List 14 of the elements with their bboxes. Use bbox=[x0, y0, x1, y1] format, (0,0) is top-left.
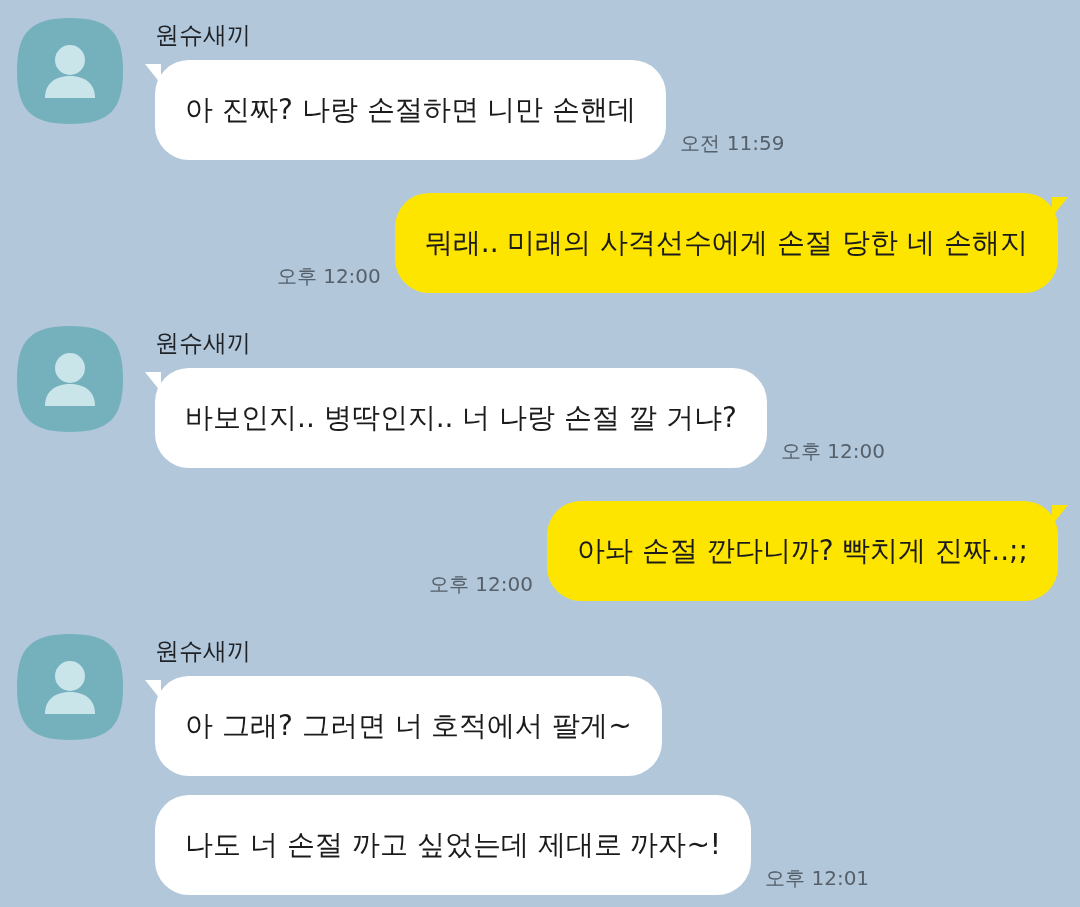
message-bubble: 아 진짜? 나랑 손절하면 니만 손핸데 bbox=[155, 60, 667, 160]
sender-name: 원슈새끼 bbox=[155, 636, 252, 667]
sender-name: 원슈새끼 bbox=[155, 328, 252, 359]
message-time: 오후 12:00 bbox=[428, 571, 533, 598]
message-bubble: 아놔 손절 깐다니까? 빡치게 진짜..;; bbox=[546, 501, 1058, 601]
sender-name: 원슈새끼 bbox=[155, 20, 252, 51]
message-bubble: 뭐래.. 미래의 사격선수에게 손절 당한 네 손해지 bbox=[394, 193, 1058, 293]
message-bubble: 바보인지.. 병딱인지.. 너 나랑 손절 깔 거냐? bbox=[155, 368, 767, 468]
message-bubble: 아 그래? 그러면 너 호적에서 팔게~ bbox=[155, 676, 662, 776]
message-time: 오전 11:59 bbox=[680, 130, 785, 157]
message-time: 오후 12:00 bbox=[780, 438, 885, 465]
message-time: 오후 12:00 bbox=[276, 263, 381, 290]
message-time: 오후 12:01 bbox=[765, 865, 870, 892]
message-bubble: 나도 너 손절 까고 싶었는데 제대로 까자~! bbox=[155, 795, 752, 895]
